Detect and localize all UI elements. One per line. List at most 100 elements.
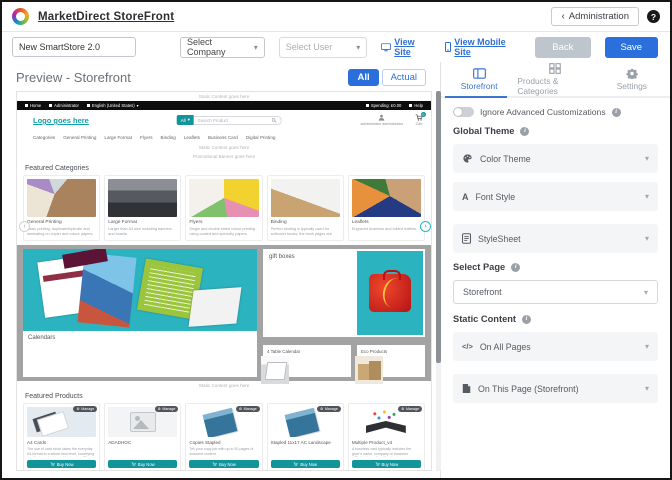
save-button[interactable]: Save: [605, 37, 659, 58]
info-icon[interactable]: i: [511, 263, 520, 272]
nav-item-large-format[interactable]: Large Format: [104, 135, 132, 140]
help-icon[interactable]: ?: [647, 10, 660, 23]
buy-now-button[interactable]: Buy Now: [108, 460, 177, 468]
scrollbar-thumb[interactable]: [436, 91, 441, 363]
carousel-prev-button[interactable]: ‹: [19, 221, 30, 232]
monitor-icon: [381, 43, 391, 52]
back-button[interactable]: Back: [535, 37, 590, 58]
gear-icon: ⚙: [401, 407, 404, 411]
static-content-placeholder: Static Content goes here: [17, 92, 431, 101]
chevron-left-icon: ‹: [23, 223, 25, 230]
info-icon[interactable]: i: [522, 315, 531, 324]
tab-storefront[interactable]: Storefront: [441, 62, 517, 96]
buy-now-button[interactable]: Buy Now: [271, 460, 340, 468]
on-this-page-accordion[interactable]: On This Page (Storefront) ▾: [453, 374, 658, 403]
buy-now-button[interactable]: Buy Now: [27, 460, 96, 468]
category-card[interactable]: General Printing Basic printing, duplica…: [23, 175, 100, 241]
manage-badge[interactable]: ⚙Manage: [155, 406, 179, 412]
cart-button[interactable]: 0 Cart: [415, 114, 423, 126]
view-mobile-site-label: View Mobile Site: [454, 37, 521, 57]
product-card[interactable]: ⚙Manage Copies Stapled Tell your copy jo…: [185, 403, 262, 471]
featured-categories-heading: Featured Categories: [17, 162, 431, 175]
nav-item-digital-printing[interactable]: Digital Printing: [246, 135, 276, 140]
nav-item-business-card[interactable]: Business Card: [208, 135, 238, 140]
buy-now-button[interactable]: Buy Now: [189, 460, 258, 468]
topbar-administrator-link[interactable]: Administrator: [49, 103, 79, 108]
nav-item-general-printing[interactable]: General Printing: [63, 135, 96, 140]
preview-title: Preview - Storefront: [16, 70, 131, 85]
color-theme-accordion[interactable]: Color Theme ▾: [453, 144, 658, 173]
nav-item-categories[interactable]: Categories: [33, 135, 55, 140]
code-icon: </>: [462, 342, 473, 351]
calendars-card[interactable]: Calendars: [23, 249, 257, 377]
image-placeholder-icon: [130, 412, 156, 432]
palette-icon: [462, 153, 473, 164]
grid-icon: [549, 63, 561, 74]
on-all-pages-accordion[interactable]: </> On All Pages ▾: [453, 332, 658, 361]
eco-products-card[interactable]: Eco Products: [357, 345, 425, 377]
cart-icon: [375, 462, 380, 466]
phone-icon: [445, 42, 451, 52]
administration-label: Administration: [569, 11, 629, 22]
category-card[interactable]: Flyers Single and double sided colour pr…: [185, 175, 262, 241]
select-page-dropdown[interactable]: Storefront ▾: [453, 280, 658, 304]
product-card[interactable]: ⚙Manage ADADHOC Buy Now: [104, 403, 181, 471]
storefront-layout-icon: [473, 68, 486, 79]
featured-products-heading: Featured Products: [17, 390, 431, 403]
nav-item-flyers[interactable]: Flyers: [140, 135, 153, 140]
nav-item-binding[interactable]: Binding: [161, 135, 176, 140]
storefront-logo-link[interactable]: Logo goes here: [33, 116, 89, 125]
toolbar: Select Company ▾ Select User ▾ View Site…: [2, 32, 670, 62]
topbar-home-link[interactable]: Home: [25, 103, 41, 108]
manage-badge[interactable]: ⚙Manage: [398, 406, 422, 412]
manage-badge[interactable]: ⚙Manage: [236, 406, 260, 412]
manage-badge[interactable]: ⚙Manage: [317, 406, 341, 412]
select-page-label: Select Page: [453, 262, 505, 272]
nav-item-leaflets[interactable]: Leaflets: [184, 135, 200, 140]
carousel-next-button[interactable]: ›: [420, 221, 431, 232]
page-icon: [462, 383, 471, 394]
stylesheet-accordion[interactable]: StyleSheet ▾: [453, 224, 658, 253]
gift-boxes-card[interactable]: gift boxes: [263, 249, 425, 337]
select-user-dropdown[interactable]: Select User ▾: [279, 37, 368, 58]
preview-zoom-actual-button[interactable]: Actual: [382, 69, 426, 86]
table-calendar-card[interactable]: 4 Table Calendar: [263, 345, 351, 377]
product-card[interactable]: ⚙Manage Multiple Product_v4 A business c…: [348, 403, 425, 471]
administration-button[interactable]: ‹ Administration: [551, 7, 639, 26]
person-icon: [378, 114, 385, 121]
category-card[interactable]: Leaflets Engraved business and folded le…: [348, 175, 425, 241]
category-card[interactable]: Binding Perfect binding is typically use…: [267, 175, 344, 241]
buy-now-button[interactable]: Buy Now: [352, 460, 421, 468]
wallet-icon: [366, 104, 369, 107]
gear-icon: ⚙: [320, 407, 323, 411]
chevron-down-icon: ▾: [645, 342, 649, 351]
manage-badge[interactable]: ⚙Manage: [73, 406, 97, 412]
view-site-link[interactable]: View Site: [381, 37, 431, 57]
global-theme-label: Global Theme: [453, 126, 514, 136]
ignore-customizations-toggle[interactable]: [453, 107, 474, 117]
info-icon[interactable]: i: [520, 127, 529, 136]
topbar-help-link[interactable]: Help: [409, 103, 423, 108]
category-card[interactable]: Large Format Larger than A3 size includi…: [104, 175, 181, 241]
storefront-header: Logo goes here All ▾ Search Product: [17, 110, 431, 132]
select-company-dropdown[interactable]: Select Company ▾: [180, 37, 265, 58]
store-name-input[interactable]: [12, 37, 136, 57]
tab-products-categories[interactable]: Products & Categories: [517, 62, 593, 96]
gear-icon: ⚙: [158, 407, 161, 411]
font-style-accordion[interactable]: A Font Style ▾: [453, 182, 658, 211]
product-card[interactable]: ⚙Manage Stapled 11x17 AC Landscape Buy N…: [267, 403, 344, 471]
view-site-label: View Site: [394, 37, 431, 57]
topbar-language-dropdown[interactable]: English (United States)▾: [87, 103, 139, 108]
product-card[interactable]: ⚙Manage A4 Cards The use of card stock t…: [23, 403, 100, 471]
search-input[interactable]: Search Product: [194, 116, 282, 125]
search-scope-dropdown[interactable]: All ▾: [177, 115, 194, 125]
account-menu[interactable]: administrator administrator: [360, 114, 403, 126]
tab-settings[interactable]: Settings: [594, 62, 670, 96]
preview-scrollbar[interactable]: [436, 91, 441, 471]
info-icon[interactable]: i: [612, 108, 621, 117]
stylesheet-icon: [462, 233, 471, 244]
preview-zoom-all-button[interactable]: All: [348, 69, 378, 86]
product-desc: A business card typically includes the g…: [352, 447, 421, 457]
chevron-down-icon: ▾: [644, 288, 648, 297]
view-mobile-site-link[interactable]: View Mobile Site: [445, 37, 521, 57]
